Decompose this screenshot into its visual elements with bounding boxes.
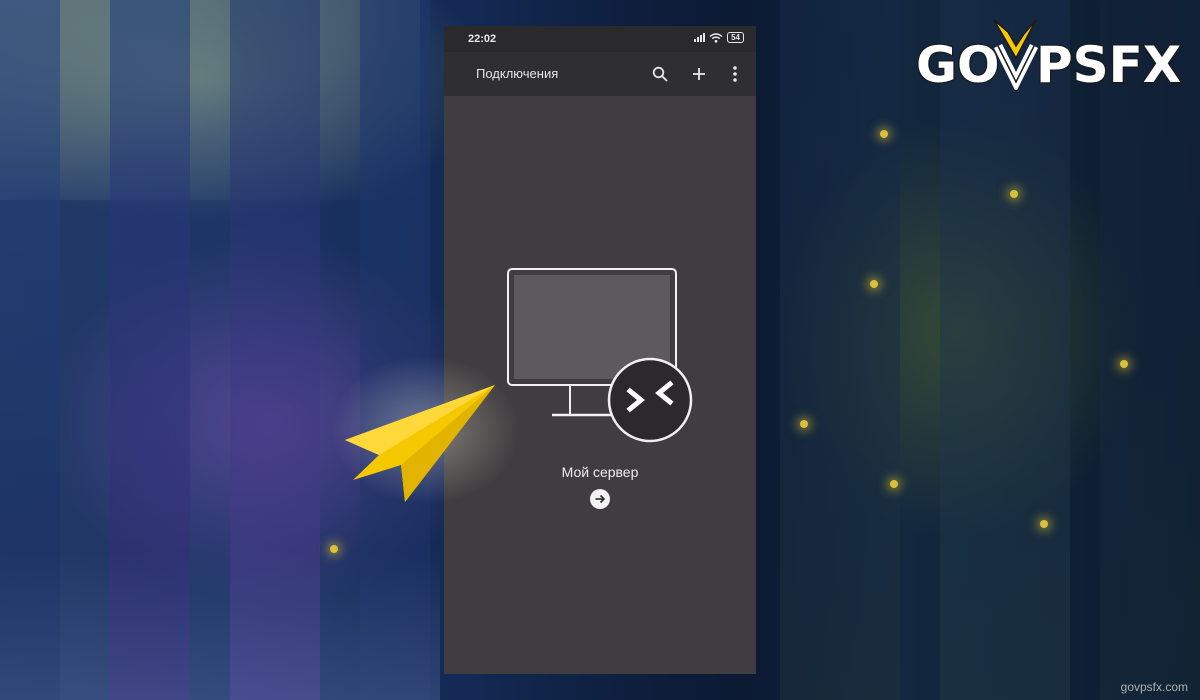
server-led: [880, 130, 888, 138]
connect-button[interactable]: [590, 489, 610, 509]
more-options-button[interactable]: [723, 62, 747, 86]
server-rack: [940, 0, 1070, 700]
server-led: [890, 480, 898, 488]
server-name: Мой сервер: [561, 464, 639, 480]
server-led: [800, 420, 808, 428]
ceiling-light: [0, 0, 420, 200]
app-bar: Подключения: [444, 52, 756, 96]
server-led: [1120, 360, 1128, 368]
status-time: 22:02: [468, 33, 497, 45]
more-vert-icon: [733, 66, 737, 82]
server-rack: [1100, 0, 1200, 700]
server-led: [330, 545, 338, 553]
battery-icon: 54: [727, 32, 744, 43]
connection-card[interactable]: Мой сервер: [504, 266, 704, 516]
svg-text:GO: GO: [916, 36, 1000, 90]
pointer-arrow-icon: [345, 385, 495, 502]
status-icons: 54: [694, 32, 744, 43]
server-led: [870, 280, 878, 288]
wifi-icon: [709, 32, 723, 43]
svg-text:PSFX: PSFX: [1036, 36, 1181, 90]
phone-screen: 22:02 54 Подключения Мой сервер: [444, 26, 756, 674]
search-button[interactable]: [648, 62, 672, 86]
add-connection-button[interactable]: [687, 62, 711, 86]
server-led: [1010, 190, 1018, 198]
signal-icon: [694, 33, 706, 42]
status-bar: 22:02 54: [444, 26, 756, 52]
govpsfx-logo: GO PSFX: [915, 19, 1183, 90]
server-led: [1040, 520, 1048, 528]
remote-desktop-monitor-icon: [507, 268, 693, 443]
watermark: govpsfx.com: [1120, 680, 1188, 694]
arrow-right-icon: [595, 494, 606, 504]
server-rack: [780, 0, 900, 700]
floor-reflection: [0, 550, 440, 700]
app-title: Подключения: [476, 66, 559, 81]
search-icon: [652, 66, 668, 82]
plus-icon: [693, 68, 705, 80]
